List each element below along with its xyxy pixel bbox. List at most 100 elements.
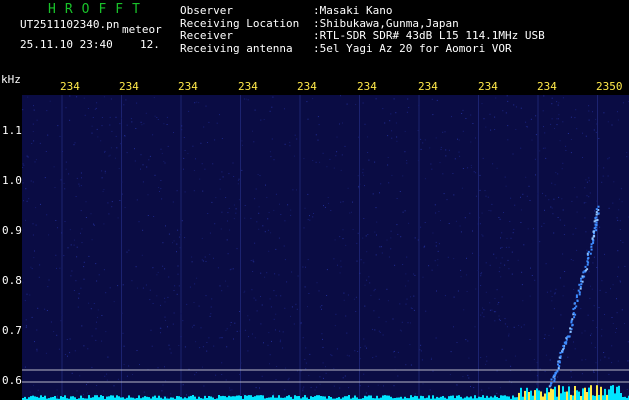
noise-dot [176,243,178,245]
noise-dot [607,158,609,160]
noise-dot [435,337,437,339]
noise-dot [263,342,264,344]
trace-point [550,378,553,381]
noise-dot [360,259,362,261]
noise-dot [135,128,137,129]
noise-dot [149,155,151,157]
noise-dot [38,276,40,278]
noise-dot [618,209,620,211]
noise-dot [134,148,135,150]
noise-dot [462,109,464,111]
info-value: :Masaki Kano [313,4,393,17]
noise-dot [553,198,555,200]
noise-dot [394,356,396,358]
noise-dot [608,157,610,159]
noise-dot [220,228,222,230]
noise-dot [80,172,82,174]
noise-dot [481,234,483,236]
noise-dot [601,280,603,282]
noise-dot [505,246,507,248]
noise-dot [424,222,426,223]
noise-dot [406,160,408,161]
baseline-bar [432,395,434,400]
noise-dot [64,354,66,355]
noise-dot [599,226,601,228]
noise-dot [105,292,107,294]
noise-dot [437,250,439,252]
noise-dot [35,159,37,161]
baseline-bar [208,396,210,400]
noise-dot [354,350,356,352]
noise-dot [76,96,78,98]
noise-dot [225,280,226,282]
noise-dot [291,306,293,308]
noise-dot [269,363,270,365]
noise-dot [119,200,121,201]
noise-dot [296,370,298,372]
noise-dot [279,203,280,205]
baseline-bar [294,395,296,400]
baseline-bar [110,395,112,400]
noise-dot [163,160,165,162]
baseline-bar [504,395,506,400]
noise-dot [591,342,593,344]
noise-dot [176,293,178,295]
baseline-bar [144,396,146,400]
noise-dot [73,290,75,291]
noise-dot [178,345,180,346]
noise-dot [440,220,441,221]
baseline-bar [486,395,488,400]
noise-dot [580,308,582,310]
noise-dot [109,287,111,289]
noise-dot [581,359,583,361]
noise-dot [232,268,234,270]
noise-dot [34,161,36,163]
baseline-bar [608,389,610,400]
noise-dot [195,158,196,160]
noise-dot [85,217,87,218]
noise-dot [241,169,243,171]
noise-dot [156,117,158,118]
noise-dot [191,256,193,258]
noise-dot [482,307,484,309]
noise-dot [480,285,482,286]
noise-dot [201,163,203,165]
noise-dot [111,201,113,203]
noise-dot [454,158,456,160]
noise-dot [103,269,105,271]
noise-dot [156,274,158,276]
noise-dot [23,200,24,202]
noise-dot [372,193,374,195]
baseline-bar [506,396,508,400]
noise-dot [239,311,241,312]
noise-dot [134,160,136,162]
noise-dot [475,288,477,290]
noise-dot [418,105,420,107]
noise-dot [463,309,465,311]
noise-dot [586,181,588,183]
noise-dot [87,108,89,109]
noise-dot [553,308,555,310]
noise-dot [510,365,512,367]
noise-dot [306,101,308,103]
noise-dot [510,237,512,239]
noise-dot [195,341,197,343]
baseline-bar [428,395,430,400]
noise-dot [31,268,33,270]
noise-dot [468,357,470,359]
noise-dot [302,337,304,339]
noise-dot [626,152,628,154]
noise-dot [243,393,245,395]
noise-dot [145,112,147,114]
noise-dot [80,185,82,187]
noise-dot [551,118,553,120]
noise-dot [73,244,75,246]
noise-dot [563,234,565,235]
noise-dot [312,216,314,218]
noise-dot [25,319,27,321]
noise-dot [160,332,161,334]
noise-dot [372,357,374,359]
noise-dot [230,322,232,323]
noise-dot [25,325,27,327]
noise-dot [483,118,485,120]
